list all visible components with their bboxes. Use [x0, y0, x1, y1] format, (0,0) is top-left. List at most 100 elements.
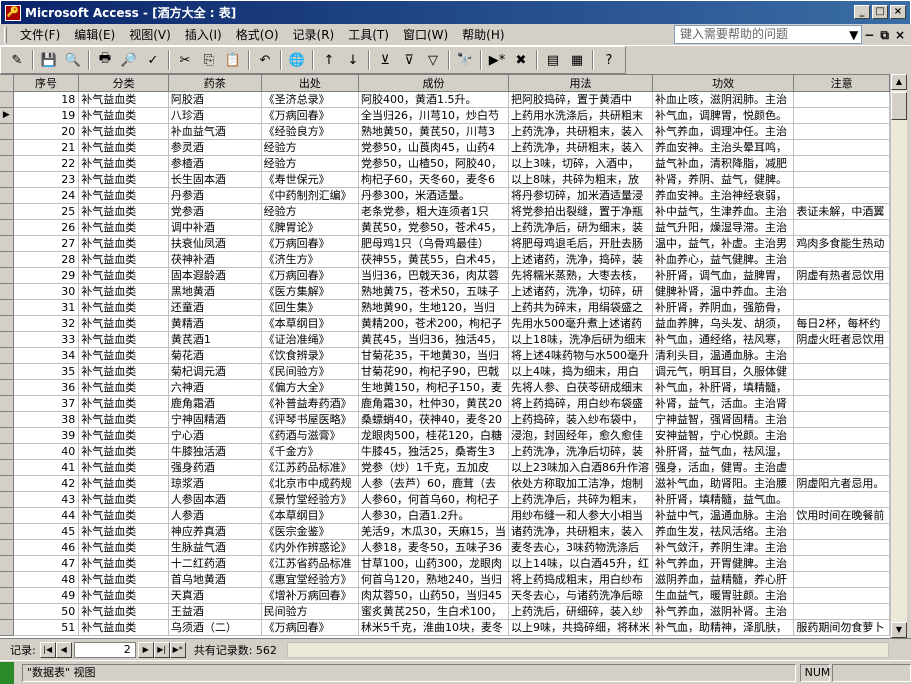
table-cell[interactable]: 《脾胃论》	[261, 219, 360, 236]
table-row[interactable]: 28 补气益血类 茯神补酒 《济生方》 茯神55，黄芪55，白术45， 上述诸药，洗净，捣…	[0, 251, 890, 268]
row-selector[interactable]	[0, 299, 14, 316]
table-cell[interactable]: 先用水500毫升煮上述诸药	[508, 315, 653, 332]
row-selector[interactable]	[0, 187, 14, 204]
spelling-icon[interactable]: ✓	[142, 49, 164, 71]
table-cell[interactable]: 《本草纲目》	[261, 315, 360, 332]
column-header-0[interactable]: 序号	[13, 75, 80, 92]
table-cell[interactable]: 45	[13, 523, 80, 540]
table-cell[interactable]	[793, 139, 890, 156]
table-cell[interactable]: 茯神补酒	[168, 251, 262, 268]
table-cell[interactable]: 19	[13, 107, 80, 124]
sort-ascending-icon[interactable]: ↑	[318, 49, 340, 71]
help-dropdown-icon[interactable]: ▼	[849, 28, 858, 43]
table-cell[interactable]: 补血养心，益气健脾。主治	[652, 251, 795, 268]
menu-item-8[interactable]: 帮助(H)	[455, 25, 511, 45]
row-selector[interactable]	[0, 539, 14, 556]
minimize-button[interactable]: _	[854, 5, 870, 19]
scroll-down-icon[interactable]: ▼	[891, 622, 907, 638]
table-cell[interactable]: 甘菊花90，枸杞子90，巴戟	[358, 363, 509, 380]
table-cell[interactable]: 经验方	[261, 139, 360, 156]
table-cell[interactable]: 补肝肾，养阴血，强筋骨，	[652, 299, 795, 316]
table-cell[interactable]: 补气益血类	[78, 171, 169, 188]
current-record-input[interactable]: 2	[73, 641, 136, 658]
table-row[interactable]: 24 补气益血类 丹参酒 《中药制剂汇编》 丹参300，米酒适量。 将丹参切碎，加米酒适量…	[0, 187, 890, 204]
mdi-close-button[interactable]: ×	[895, 28, 905, 43]
table-row[interactable]: 50 补气益血类 王益酒 民间验方 蜜炙黄芪250，生白术100， 上药洗后，研细碎，装入…	[0, 603, 890, 620]
table-cell[interactable]: 41	[13, 459, 80, 476]
row-selector[interactable]	[0, 139, 14, 156]
table-cell[interactable]: 黄精酒	[168, 315, 262, 332]
table-cell[interactable]	[793, 91, 890, 108]
table-cell[interactable]: 上药洗净，洗净后切碎，装	[508, 443, 653, 460]
table-cell[interactable]: 强身，活血，健胃。主治虚	[652, 459, 795, 476]
table-cell[interactable]: 益血养脾，乌头发、胡须，	[652, 315, 795, 332]
table-row[interactable]: 33 补气益血类 黄芪酒1 《证治准绳》 黄芪45，当归36，独活45， 以上18味，洗净…	[0, 331, 890, 348]
table-cell[interactable]: 25	[13, 203, 80, 220]
row-selector[interactable]	[0, 411, 14, 428]
table-cell[interactable]: 乌须酒（二）	[168, 619, 262, 636]
table-cell[interactable]: 人参酒	[168, 507, 262, 524]
table-cell[interactable]: 秫米5千克，淮曲10块，麦冬	[358, 619, 509, 636]
column-header-1[interactable]: 分类	[78, 75, 169, 92]
row-selector[interactable]	[0, 347, 14, 364]
table-cell[interactable]: 补气益血类	[78, 139, 169, 156]
table-cell[interactable]: 每日2杯，每杯约	[793, 315, 890, 332]
table-row[interactable]: 37 补气益血类 鹿角霜酒 《补普益寿药酒》 鹿角霜30，杜仲30，黄芪20 将上药捣碎，…	[0, 395, 890, 412]
table-cell[interactable]: 鸡肉多食能生热动	[793, 235, 890, 252]
table-cell[interactable]: 人参固本酒	[168, 491, 262, 508]
table-cell[interactable]: 熟地黄75，苍术50，五味子	[358, 283, 509, 300]
filter-by-selection-icon[interactable]: ⊻	[374, 49, 396, 71]
table-cell[interactable]: 补气益血类	[78, 539, 169, 556]
row-selector[interactable]	[0, 491, 14, 508]
table-cell[interactable]	[793, 587, 890, 604]
table-cell[interactable]: 羌活9，木瓜30，天麻15，当	[358, 523, 509, 540]
table-cell[interactable]: 将肥母鸡退毛后，开肚去肠	[508, 235, 653, 252]
table-cell[interactable]	[793, 347, 890, 364]
table-cell[interactable]: 阴虚火旺者忌饮用	[793, 331, 890, 348]
table-cell[interactable]	[793, 491, 890, 508]
table-row[interactable]: 38 补气益血类 宁神固精酒 《评琴书屋医略》 桑螵蛸40，茯神40，麦冬20 上药捣碎，…	[0, 411, 890, 428]
table-cell[interactable]: 黄芪45，当归36，独活45，	[358, 331, 509, 348]
table-cell[interactable]: 《回生集》	[261, 299, 360, 316]
table-cell[interactable]: 51	[13, 619, 80, 636]
table-row[interactable]: 46 补气益血类 生脉益气酒 《内外作辨惑论》 人参18，麦冬50，五味子36 麦冬去心，…	[0, 539, 890, 556]
table-cell[interactable]: 补气益血类	[78, 427, 169, 444]
table-cell[interactable]: 将上药捣成粗末，用白纱布	[508, 571, 653, 588]
table-cell[interactable]: 《中药制剂汇编》	[261, 187, 360, 204]
table-cell[interactable]: 补肾，养阴、益气，健脾。	[652, 171, 795, 188]
table-cell[interactable]: 以上18味，洗净后研为细末	[508, 331, 653, 348]
menu-item-5[interactable]: 记录(R)	[286, 25, 342, 45]
table-cell[interactable]: 生地黄150，枸杞子150，麦	[358, 379, 509, 396]
table-cell[interactable]: 长生固本酒	[168, 171, 262, 188]
table-cell[interactable]: 36	[13, 379, 80, 396]
table-row[interactable]: 42 补气益血类 琼浆酒 《北京市中成药规 人参（去芦）60，鹿茸（去 依处方称取加工洁净…	[0, 475, 890, 492]
table-cell[interactable]: 牛膝独活酒	[168, 443, 262, 460]
table-cell[interactable]: 《万病回春》	[261, 107, 360, 124]
table-cell[interactable]: 人参60，何首乌60，枸杞子	[358, 491, 509, 508]
table-cell[interactable]: 上述诸药，洗净，捣碎，装	[508, 251, 653, 268]
view-icon[interactable]: ✎	[6, 49, 28, 71]
table-cell[interactable]: 43	[13, 491, 80, 508]
table-cell[interactable]: 《评琴书屋医略》	[261, 411, 360, 428]
table-cell[interactable]: 老条党参，粗大连须者1只	[358, 203, 509, 220]
mdi-restore-button[interactable]: ⧉	[880, 28, 889, 43]
table-cell[interactable]: 《惠宜堂经验方》	[261, 571, 360, 588]
table-cell[interactable]: 将党参拍出裂缝，置于净瓶	[508, 203, 653, 220]
table-row[interactable]: ▶ 19 补气益血类 八珍酒 《万病回春》 全当归26，川芎10，炒白芍 上药用水洗涤后，共…	[0, 107, 890, 124]
find-icon[interactable]: 🔭	[454, 49, 476, 71]
table-cell[interactable]: 健脾补肾，温中养血。主治	[652, 283, 795, 300]
table-row[interactable]: 32 补气益血类 黄精酒 《本草纲目》 黄精200，苍术200，枸杞子 先用水500毫升煮…	[0, 315, 890, 332]
table-cell[interactable]: 《万病回春》	[261, 267, 360, 284]
menu-item-6[interactable]: 工具(T)	[341, 25, 396, 45]
row-selector[interactable]	[0, 123, 14, 140]
table-cell[interactable]: 补气益血类	[78, 443, 169, 460]
table-cell[interactable]	[793, 107, 890, 124]
table-cell[interactable]: 补气益血类	[78, 491, 169, 508]
table-cell[interactable]: 《北京市中成药规	[261, 475, 360, 492]
table-cell[interactable]: 桑螵蛸40，茯神40，麦冬20	[358, 411, 509, 428]
table-cell[interactable]: 补肝肾，调气血，益脾胃，	[652, 267, 795, 284]
table-cell[interactable]: 阴虚有热者忌饮用	[793, 267, 890, 284]
table-cell[interactable]: 依处方称取加工洁净，炮制	[508, 475, 653, 492]
table-cell[interactable]: 将丹参切碎，加米酒适量浸	[508, 187, 653, 204]
row-selector[interactable]	[0, 91, 14, 108]
